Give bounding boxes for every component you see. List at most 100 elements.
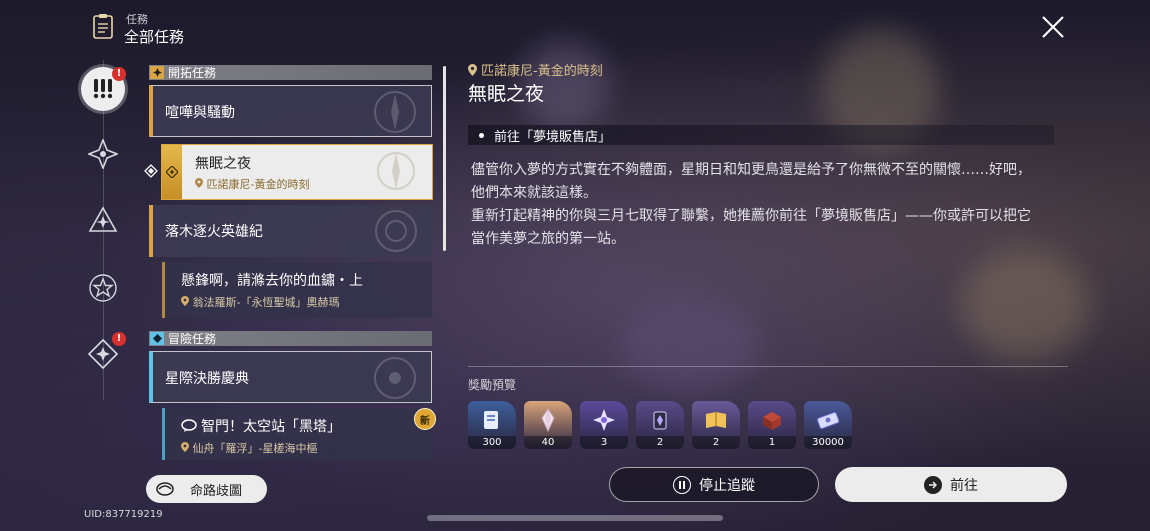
clipboard-icon xyxy=(93,14,113,39)
stop-tracking-button[interactable]: 停止追蹤 xyxy=(609,467,819,502)
triangle-star-icon xyxy=(88,206,118,232)
reward-item[interactable]: 2 xyxy=(692,401,740,449)
tracking-diamond-icon xyxy=(166,166,178,178)
chat-bubble-icon xyxy=(181,419,197,432)
quest-title: 懸鋒啊，請滌去你的血鏽・上 xyxy=(181,273,363,289)
objective-text: 前往「夢境販售店」 xyxy=(494,129,612,145)
credit-icon xyxy=(814,406,842,434)
pause-icon xyxy=(673,475,691,494)
exclamation-icon xyxy=(93,79,113,99)
reward-quantity: 30000 xyxy=(804,436,852,449)
quest-title: 落木逐火英雄紀 xyxy=(165,224,263,240)
path-map-button[interactable]: 命路歧圖 xyxy=(146,475,267,503)
quest-title: 星際決勝慶典 xyxy=(165,371,249,387)
selected-indicator-icon xyxy=(144,164,158,178)
background-bokeh xyxy=(620,300,760,390)
description-line: 重新打起精神的你與三月七取得了聯繫，她推薦你前往「夢境販售店」——你或許可以把它 xyxy=(471,208,1031,224)
adventure-category-icon xyxy=(150,332,164,345)
category-label: 冒險任務 xyxy=(168,332,217,346)
reward-item[interactable]: 40 xyxy=(524,401,572,449)
quest-item[interactable]: 星際決勝慶典 xyxy=(149,351,432,403)
quest-item[interactable]: 懸鋒啊，請滌去你的血鏽・上 翁法羅斯-「永恆聖城」奧赫瑪 xyxy=(162,262,432,318)
detail-location-text: 匹諾康尼-黃金的時刻 xyxy=(481,64,603,79)
location-pin-icon xyxy=(181,296,189,306)
path-map-label: 命路歧圖 xyxy=(190,483,243,499)
quest-location-text: 仙舟「羅浮」-星槎海中樞 xyxy=(192,442,318,455)
path-map-icon xyxy=(156,482,174,496)
list-scrollbar[interactable] xyxy=(443,66,446,251)
trailblaze-category-icon xyxy=(150,66,164,79)
reward-item[interactable]: 300 xyxy=(468,401,516,449)
alert-badge: ! xyxy=(112,332,126,346)
location-pin-icon xyxy=(468,63,477,76)
rewards-list: 300 40 3 2 2 1 30000 xyxy=(468,401,852,449)
description-line: 儘管你入夢的方式實在不夠體面，星期日和知更鳥還是給予了你無微不至的關懷……好吧， xyxy=(471,162,1031,178)
reward-quantity: 3 xyxy=(580,436,628,449)
quest-location-text: 翁法羅斯-「永恆聖城」奧赫瑪 xyxy=(192,296,340,309)
reward-item[interactable]: 2 xyxy=(636,401,684,449)
compass-star-icon xyxy=(88,139,118,169)
go-button[interactable]: 前往 xyxy=(835,467,1067,502)
quest-emblem-icon xyxy=(377,152,415,190)
quest-item[interactable]: 落木逐火英雄紀 xyxy=(149,205,432,257)
quest-description: 儘管你入夢的方式實在不夠體面，星期日和知更鳥還是給予了你無微不至的關懷……好吧，… xyxy=(471,159,1056,251)
book-material-icon xyxy=(702,406,730,434)
detail-location: 匹諾康尼-黃金的時刻 xyxy=(468,60,603,79)
rail-tab-adventure[interactable] xyxy=(83,268,123,308)
rail-tab-trailblaze[interactable] xyxy=(83,134,123,174)
reward-quantity: 40 xyxy=(524,436,572,449)
bullet-dot xyxy=(479,132,484,138)
go-label: 前往 xyxy=(950,477,978,494)
reward-quantity: 300 xyxy=(468,436,516,449)
description-line: 當作美夢之旅的第一站。 xyxy=(471,231,625,247)
quest-title: 喧嘩與騷動 xyxy=(165,105,235,121)
objective-row: 前往「夢境販售店」 xyxy=(468,125,1054,145)
category-header-adventure: 冒險任務 xyxy=(149,331,432,346)
stellar-jade-icon xyxy=(534,406,562,434)
rewards-title: 獎勵預覽 xyxy=(468,378,517,392)
quest-item[interactable]: 智門！太空站「黑塔」 仙舟「羅浮」-星槎海中樞 xyxy=(162,408,432,460)
reward-item[interactable]: 3 xyxy=(580,401,628,449)
quest-item-selected[interactable]: 無眠之夜 匹諾康尼-黃金的時刻 xyxy=(161,144,433,200)
stop-tracking-label: 停止追蹤 xyxy=(699,477,755,494)
reward-quantity: 2 xyxy=(636,436,684,449)
quest-title: 智門！太空站「黑塔」 xyxy=(181,416,341,436)
quest-emblem-icon xyxy=(375,210,417,252)
quest-title: 無眠之夜 xyxy=(195,156,251,172)
arrow-right-icon xyxy=(924,475,942,494)
quest-location-text: 匹諾康尼-黃金的時刻 xyxy=(206,178,310,191)
quest-emblem-icon xyxy=(374,357,416,399)
description-line: 他們本來就該這樣。 xyxy=(471,185,597,201)
location-pin-icon xyxy=(195,178,203,188)
uid-label: UID:837719219 xyxy=(84,509,163,520)
detail-title: 無眠之夜 xyxy=(468,83,545,105)
rewards-divider xyxy=(468,366,1068,367)
close-icon[interactable] xyxy=(1040,14,1066,40)
location-pin-icon xyxy=(181,442,189,452)
home-indicator[interactable] xyxy=(427,515,723,521)
reward-item[interactable]: 1 xyxy=(748,401,796,449)
relic-box-icon xyxy=(758,406,786,434)
exp-material-icon xyxy=(478,406,506,434)
quest-item[interactable]: 喧嘩與騷動 xyxy=(149,85,432,137)
quest-location: 翁法羅斯-「永恆聖城」奧赫瑪 xyxy=(181,294,339,310)
background-bokeh xyxy=(960,250,1090,360)
quest-location: 匹諾康尼-黃金的時刻 xyxy=(195,176,309,192)
category-header-trailblaze: 開拓任務 xyxy=(149,65,432,80)
star-rail-pass-icon xyxy=(590,406,618,434)
quest-location: 仙舟「羅浮」-星槎海中樞 xyxy=(181,440,317,456)
reward-quantity: 1 xyxy=(748,436,796,449)
rail-tab-companion[interactable] xyxy=(83,201,123,241)
reward-item[interactable]: 30000 xyxy=(804,401,852,449)
quest-emblem-icon xyxy=(374,91,416,133)
header-section-label: 任務 xyxy=(126,13,148,26)
quest-title-text: 智門！太空站「黑塔」 xyxy=(201,419,341,435)
page-title: 全部任務 xyxy=(124,28,185,46)
category-label: 開拓任務 xyxy=(168,66,217,80)
alert-badge: ! xyxy=(112,67,126,81)
star-circle-icon xyxy=(89,274,117,302)
fuel-material-icon xyxy=(646,406,674,434)
quest-type-strip xyxy=(162,145,182,199)
reward-quantity: 2 xyxy=(692,436,740,449)
new-badge: 新 xyxy=(414,408,436,430)
